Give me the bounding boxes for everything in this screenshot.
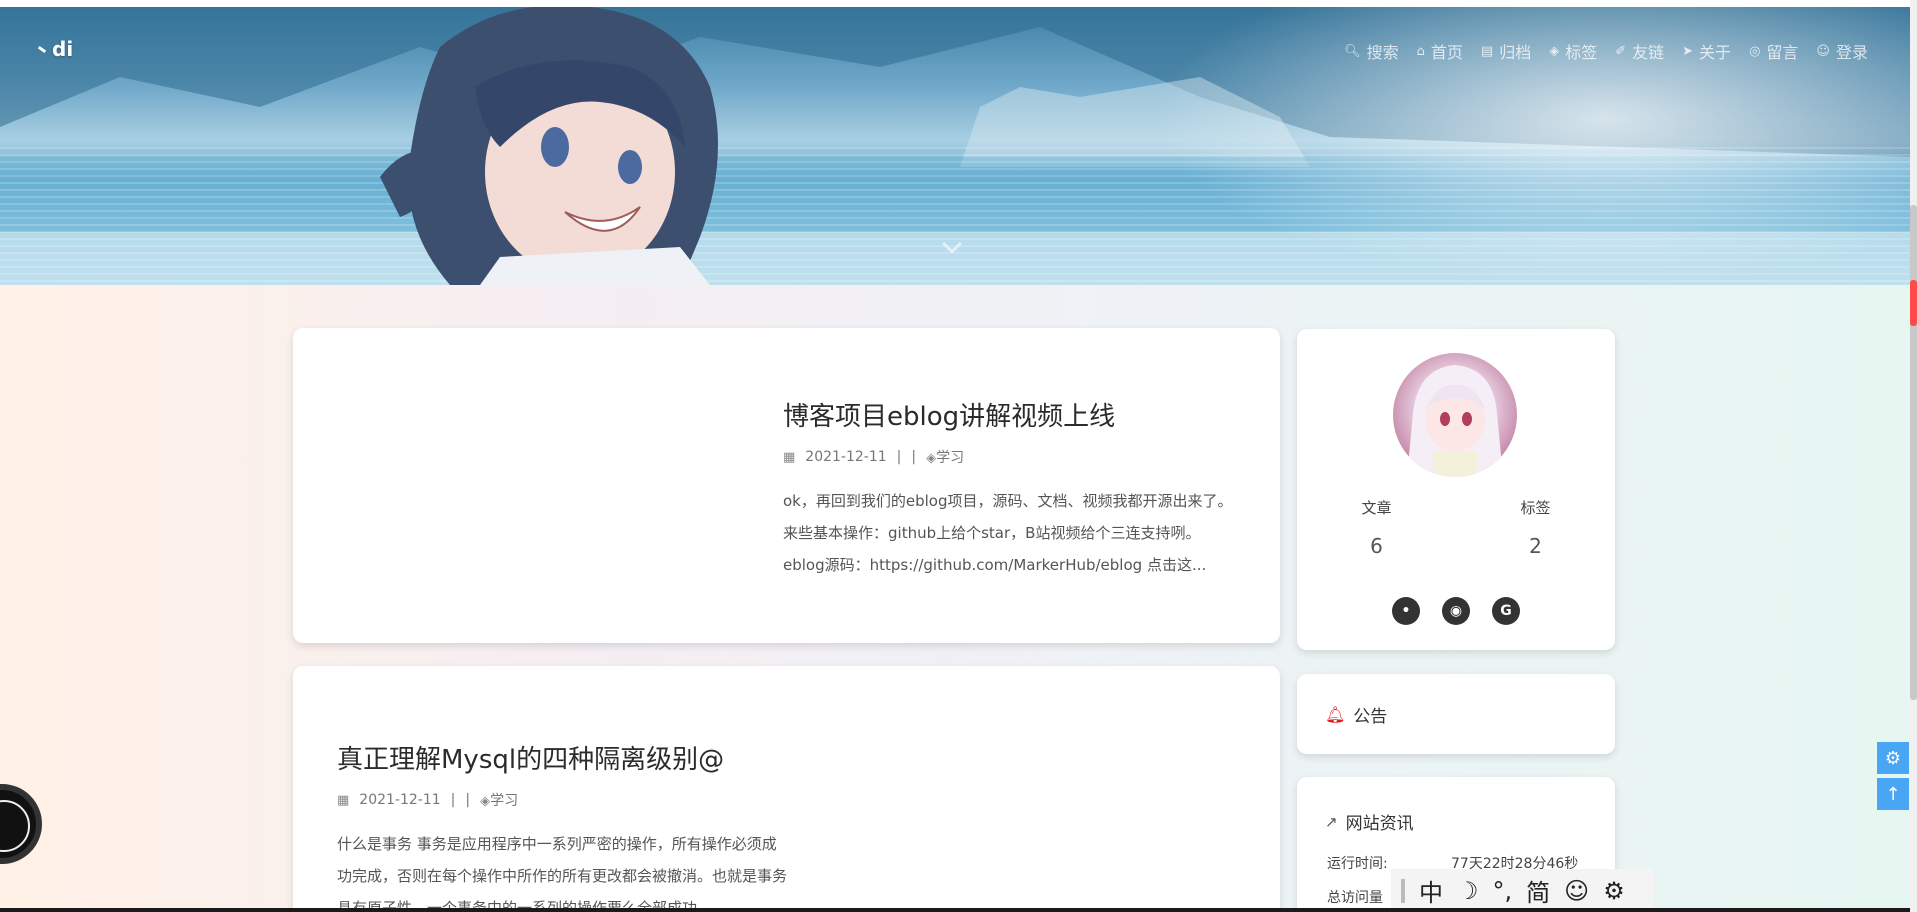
visits-row: 总访问量 (1327, 887, 1383, 907)
stat-value: 2 (1529, 534, 1542, 558)
post-tag-label: 学习 (936, 450, 965, 466)
post-tag[interactable]: ◈学习 (926, 447, 964, 467)
runtime-label: 运行时间: (1327, 856, 1388, 872)
gear-icon: ⚙ (1884, 747, 1902, 769)
taskbar-edge (0, 908, 1910, 912)
nav-label: 友链 (1632, 43, 1665, 62)
nav-login[interactable]: ☺ 登录 (1816, 39, 1868, 63)
post-tag[interactable]: ◈学习 (480, 790, 518, 810)
link-icon: ✐ (1615, 43, 1627, 59)
ime-charset-toggle[interactable]: 简 (1526, 873, 1550, 908)
visits-label: 总访问量 (1327, 890, 1383, 906)
avatar-illustration (1407, 365, 1503, 477)
profile-card: 文章 6 标签 2 • ◉ G (1297, 329, 1615, 650)
nav-label: 标签 (1565, 43, 1598, 62)
stat-articles[interactable]: 文章 6 (1297, 497, 1456, 558)
meta-separator: | (911, 449, 917, 465)
post-date: 2021-12-11 (359, 792, 441, 808)
post-meta: ▦ 2021-12-11 | | ◈学习 (337, 790, 787, 810)
post-excerpt: ok，再回到我们的eblog项目，源码、文档、视频我都开源出来了。来些基本操作：… (783, 492, 1233, 574)
page-scrollbar[interactable] (1910, 0, 1917, 912)
meta-separator: | (465, 792, 471, 808)
nav-label: 归档 (1499, 43, 1532, 62)
settings-gear-button[interactable]: ⚙ (1877, 742, 1909, 774)
post-title[interactable]: 真正理解Mysql的四种隔离级别@ (337, 739, 787, 776)
profile-stats: 文章 6 标签 2 (1297, 497, 1615, 558)
ime-mode-toggle[interactable]: 中 (1419, 873, 1443, 908)
logo-text: di (52, 37, 74, 61)
ime-toolbar: 中 ☽ °, 简 ☺ ⚙ (1391, 869, 1653, 912)
nav-label: 登录 (1835, 43, 1868, 62)
nav-about[interactable]: ➤ 关于 (1682, 39, 1731, 63)
qq-icon[interactable]: • (1392, 597, 1420, 625)
runtime-row: 运行时间: 77天22时28分46秒 (1327, 853, 1578, 873)
hero-banner: di 🔍︎ 搜索 ⌂ 首页 ▤ 归档 ◈ 标签 ✐ 友链 ➤ 关于 ◎ 留言 ☺ 登录 (0, 7, 1910, 285)
post-date: 2021-12-11 (805, 449, 887, 465)
notice-header: 🔔︎ 公告 (1325, 702, 1387, 727)
meta-separator: | (896, 449, 902, 465)
site-logo[interactable]: di (37, 37, 74, 61)
scroll-position-marker (1910, 280, 1917, 326)
arrow-up-icon: ↑ (1885, 783, 1901, 805)
main-nav: 🔍︎ 搜索 ⌂ 首页 ▤ 归档 ◈ 标签 ✐ 友链 ➤ 关于 ◎ 留言 ☺ 登录 (1344, 39, 1868, 63)
window-top-strip (0, 0, 1917, 7)
paper-plane-icon: ➤ (1682, 43, 1694, 59)
meta-separator: | (450, 792, 456, 808)
stat-value: 6 (1370, 534, 1383, 558)
stat-label: 标签 (1520, 499, 1551, 517)
site-info-header: ↗ 网站资讯 (1325, 809, 1414, 835)
social-links: • ◉ G (1392, 597, 1520, 625)
nav-label: 关于 (1699, 43, 1732, 62)
nav-guestbook[interactable]: ◎ 留言 (1749, 39, 1798, 63)
nav-archive[interactable]: ▤ 归档 (1481, 39, 1531, 63)
user-icon: ☺ (1816, 43, 1830, 59)
nav-label: 首页 (1430, 43, 1463, 62)
tag-icon: ◈ (926, 451, 937, 466)
back-to-top-button[interactable]: ↑ (1877, 778, 1909, 810)
nav-links[interactable]: ✐ 友链 (1615, 39, 1664, 63)
notice-title: 公告 (1353, 707, 1388, 727)
nav-label: 搜索 (1366, 43, 1399, 62)
calendar-icon: ▦ (337, 792, 350, 808)
banner-character-illustration (380, 7, 718, 285)
nav-label: 留言 (1766, 43, 1799, 62)
comment-icon: ◎ (1749, 43, 1761, 59)
post-body: 真正理解Mysql的四种隔离级别@ ▦ 2021-12-11 | | ◈学习 什… (337, 739, 787, 912)
stat-label: 文章 (1361, 499, 1392, 517)
ime-emoji-button[interactable]: ☺ (1564, 877, 1589, 905)
ime-settings-button[interactable]: ⚙ (1603, 877, 1625, 905)
site-info-title: 网站资讯 (1345, 814, 1414, 834)
bell-icon: 🔔︎ (1325, 705, 1346, 724)
nav-tags[interactable]: ◈ 标签 (1549, 39, 1597, 63)
tag-icon: ◈ (1549, 43, 1560, 59)
post-card[interactable]: 博客项目eblog讲解视频上线 ▦ 2021-12-11 | | ◈学习 ok，… (293, 328, 1280, 643)
logo-mark-icon (37, 45, 47, 53)
avatar[interactable] (1393, 353, 1517, 477)
gitee-icon[interactable]: G (1492, 597, 1520, 625)
toolbar-grip-icon[interactable] (1401, 878, 1405, 903)
post-card[interactable]: 真正理解Mysql的四种隔离级别@ ▦ 2021-12-11 | | ◈学习 什… (293, 666, 1280, 912)
github-icon[interactable]: ◉ (1442, 597, 1470, 625)
notice-card: 🔔︎ 公告 (1297, 674, 1615, 754)
post-excerpt: 什么是事务 事务是应用程序中一系列严密的操作，所有操作必须成功完成，否则在每个操… (337, 835, 788, 912)
post-body: 博客项目eblog讲解视频上线 ▦ 2021-12-11 | | ◈学习 ok，… (783, 396, 1233, 581)
music-player-disc[interactable] (0, 784, 42, 864)
home-icon: ⌂ (1416, 43, 1425, 59)
stat-tags[interactable]: 标签 2 (1456, 497, 1615, 558)
nav-search[interactable]: 🔍︎ 搜索 (1344, 39, 1399, 63)
line-chart-icon: ↗ (1325, 812, 1338, 831)
archive-icon: ▤ (1480, 43, 1494, 59)
calendar-icon: ▦ (783, 449, 796, 465)
post-title[interactable]: 博客项目eblog讲解视频上线 (783, 396, 1233, 433)
post-meta: ▦ 2021-12-11 | | ◈学习 (783, 447, 1233, 467)
post-tag-label: 学习 (490, 793, 519, 809)
search-icon: 🔍︎ (1344, 43, 1361, 59)
ime-punctuation-toggle[interactable]: °, (1493, 877, 1513, 905)
nav-home[interactable]: ⌂ 首页 (1417, 39, 1463, 63)
tag-icon: ◈ (480, 794, 491, 809)
ime-theme-toggle[interactable]: ☽ (1457, 877, 1479, 905)
